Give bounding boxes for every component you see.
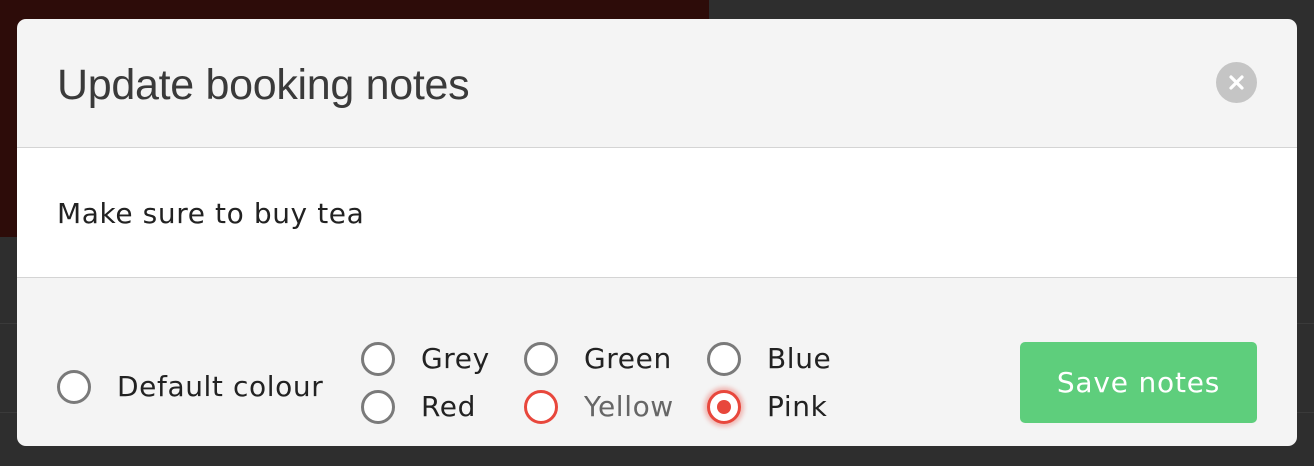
modal-header: Update booking notes (17, 19, 1297, 148)
notes-text-input[interactable]: Make sure to buy tea (57, 194, 1257, 234)
colour-option-green[interactable]: Green (524, 339, 672, 379)
update-notes-modal: Update booking notes Make sure to buy te… (17, 19, 1297, 446)
colour-option-label: Default colour (117, 370, 324, 403)
colour-option-pink[interactable]: Pink (707, 387, 827, 427)
colour-option-label: Pink (767, 390, 828, 423)
close-button[interactable] (1216, 62, 1257, 103)
colour-option-label: Red (421, 390, 476, 423)
radio-grey[interactable] (361, 342, 395, 376)
colour-option-label: Green (584, 342, 672, 375)
colour-option-red[interactable]: Red (361, 387, 476, 427)
colour-option-blue[interactable]: Blue (707, 339, 831, 379)
colour-option-label: Grey (421, 342, 490, 375)
radio-default[interactable] (57, 370, 91, 404)
radio-yellow[interactable] (524, 390, 558, 424)
close-icon (1229, 75, 1244, 90)
colour-option-grey[interactable]: Grey (361, 339, 490, 379)
colour-option-label: Blue (767, 342, 832, 375)
notes-editor[interactable]: Make sure to buy tea (17, 148, 1297, 278)
modal-footer: Default colour Grey Red Green Yellow Blu… (17, 278, 1297, 446)
colour-option-yellow[interactable]: Yellow (524, 387, 674, 427)
radio-blue[interactable] (707, 342, 741, 376)
radio-pink[interactable] (707, 390, 741, 424)
save-notes-button[interactable]: Save notes (1020, 342, 1257, 423)
radio-red[interactable] (361, 390, 395, 424)
colour-option-default[interactable]: Default colour (57, 367, 323, 407)
modal-title: Update booking notes (57, 61, 470, 109)
colour-option-label: Yellow (584, 390, 674, 423)
radio-green[interactable] (524, 342, 558, 376)
